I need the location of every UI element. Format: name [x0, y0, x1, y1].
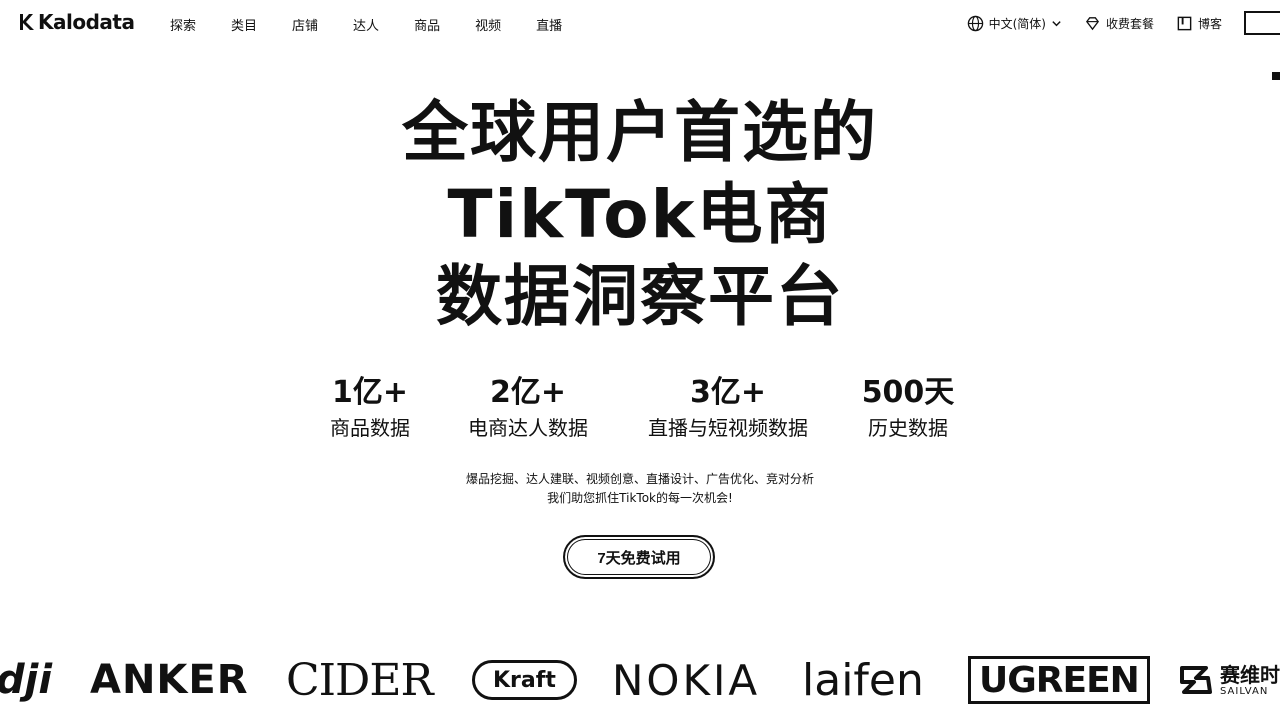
- brand-logo-ugreen: UGREEN: [968, 656, 1150, 704]
- account-button[interactable]: [1244, 11, 1280, 35]
- main-nav: 探索 类目 店铺 达人 商品 视频 直播: [170, 15, 597, 34]
- stat-creators: 2亿+ 电商达人数据: [468, 374, 588, 442]
- brand-logo-cider: CIDER: [286, 654, 434, 706]
- tagline: 爆品挖掘、达人建联、视频创意、直播设计、广告优化、竞对分析 我们助您抓住TikT…: [0, 470, 1280, 508]
- brand-logo-kraft: Kraft: [472, 660, 577, 700]
- book-icon: [1177, 16, 1192, 30]
- pricing-label: 收费套餐: [1105, 16, 1154, 31]
- brand-logo-laifen: laifen: [802, 654, 924, 706]
- hero-line-3: 数据洞察平台: [436, 258, 844, 335]
- sailvan-en: SAILVAN: [1220, 685, 1269, 697]
- chevron-down-icon: [1052, 20, 1061, 26]
- stat-value: 2亿+: [489, 375, 566, 410]
- brand-logo-sailvan: 赛维时 SAILVAN: [1176, 650, 1280, 710]
- hero-line-2: TikTok电商: [447, 176, 833, 253]
- sailvan-text: 赛维时 SAILVAN: [1220, 664, 1280, 697]
- nav-link-categories[interactable]: 类目: [231, 15, 257, 34]
- pricing-link[interactable]: 收费套餐: [1084, 15, 1154, 32]
- brand-logo-anker: ANKER: [90, 657, 249, 703]
- stat-value: 500天: [861, 375, 955, 410]
- side-widget-marker: [1272, 72, 1280, 80]
- nav-link-live[interactable]: 直播: [536, 15, 562, 34]
- tagline-line-2: 我们助您抓住TikTok的每一次机会!: [547, 491, 733, 505]
- brand-logos-strip: dji ANKER CIDER Kraft NOKIA laifen UGREE…: [0, 650, 1280, 710]
- brand-logo-nokia: NOKIA: [612, 655, 761, 705]
- stat-label: 商品数据: [330, 416, 410, 440]
- blog-link[interactable]: 博客: [1176, 15, 1222, 32]
- stat-products: 1亿+ 商品数据: [330, 374, 410, 442]
- nav-link-creators[interactable]: 达人: [353, 15, 379, 34]
- stat-history: 500天 历史数据: [862, 374, 955, 442]
- brand-logo-kraft-wrap: Kraft: [472, 650, 577, 710]
- stat-label: 历史数据: [868, 416, 948, 440]
- brand-logo-ugreen-wrap: UGREEN: [968, 650, 1150, 710]
- language-label: 中文(简体): [988, 16, 1046, 31]
- top-nav: Kalodata 探索 类目 店铺 达人 商品 视频 直播 中文(简体) 收费套…: [0, 0, 1280, 80]
- nav-right: 中文(简体) 收费套餐 博客: [967, 11, 1280, 35]
- stat-value: 1亿+: [331, 375, 408, 410]
- tagline-line-1: 爆品挖掘、达人建联、视频创意、直播设计、广告优化、竞对分析: [465, 472, 814, 486]
- hero-heading: 全球用户首选的 TikTok电商 数据洞察平台: [0, 92, 1280, 338]
- stat-value: 3亿+: [689, 375, 766, 410]
- stat-live-video: 3亿+ 直播与短视频数据: [648, 374, 808, 442]
- stat-label: 电商达人数据: [468, 416, 588, 440]
- nav-link-videos[interactable]: 视频: [475, 15, 501, 34]
- blog-label: 博客: [1197, 16, 1222, 31]
- logo-text: Kalodata: [38, 10, 135, 34]
- brand-logo-dji: dji: [0, 657, 53, 703]
- hero-line-1: 全球用户首选的: [402, 94, 878, 171]
- nav-link-explore[interactable]: 探索: [170, 15, 196, 34]
- free-trial-button[interactable]: 7天免费试用: [563, 535, 715, 579]
- stat-label: 直播与短视频数据: [648, 416, 808, 440]
- kalodata-logo[interactable]: Kalodata: [18, 10, 135, 34]
- language-selector[interactable]: 中文(简体): [967, 15, 1062, 32]
- globe-icon: [967, 15, 983, 31]
- diamond-icon: [1085, 16, 1099, 30]
- nav-link-products[interactable]: 商品: [414, 15, 440, 34]
- sailvan-cn: 赛维时: [1220, 662, 1280, 687]
- sailvan-mark-icon: [1180, 666, 1212, 694]
- nav-link-shops[interactable]: 店铺: [292, 15, 318, 34]
- kalodata-logo-icon: [20, 14, 34, 30]
- page: Kalodata 探索 类目 店铺 达人 商品 视频 直播 中文(简体) 收费套…: [0, 0, 1280, 718]
